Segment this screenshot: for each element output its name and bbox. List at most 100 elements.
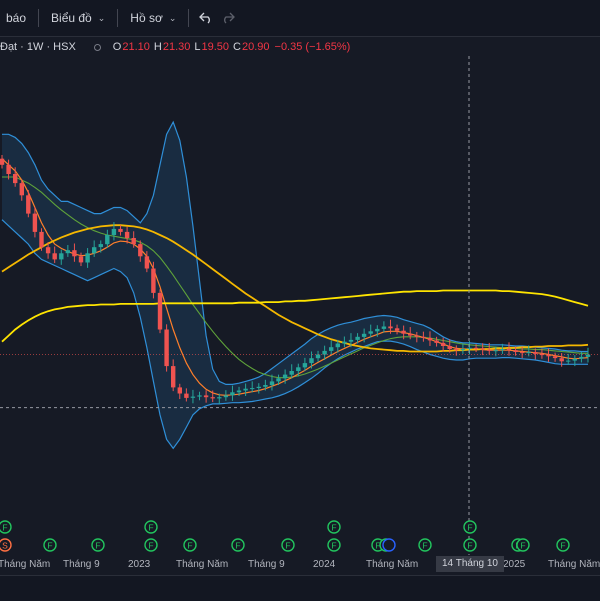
candle-body	[572, 358, 577, 361]
time-axis-label: Tháng Năm	[176, 559, 229, 570]
toolbar-divider	[117, 9, 119, 27]
candle-body	[105, 235, 110, 245]
candle-body	[454, 349, 459, 351]
candle-body	[381, 326, 387, 329]
candle-body	[388, 326, 393, 329]
candle-body	[111, 228, 117, 235]
candle-body	[427, 338, 433, 341]
time-axis-label: 2025	[503, 559, 526, 570]
crosshair-date-label: 14 Tháng 10 '24	[436, 556, 504, 585]
candle-body	[144, 256, 150, 269]
candle-body	[579, 356, 584, 359]
earnings-marker-icon	[382, 538, 396, 552]
symbol-title[interactable]: Đạt · 1W · HSX	[0, 41, 76, 53]
open-value: 21.10	[122, 41, 150, 53]
candle-body	[368, 331, 373, 334]
time-axis-label: Tháng 9	[63, 559, 100, 570]
candle-body	[118, 228, 123, 232]
toolbar-divider	[188, 9, 190, 27]
candle-body	[230, 392, 235, 396]
candle-body	[520, 352, 525, 354]
candle-body	[401, 330, 406, 334]
dividend-marker-label: F	[285, 540, 290, 550]
candle-body	[151, 268, 156, 293]
candle-body	[506, 349, 512, 351]
candle-body	[243, 388, 248, 391]
candle-body	[92, 247, 97, 254]
chevron-down-icon: ⌄	[97, 12, 106, 23]
dividend-marker-label: F	[422, 540, 427, 550]
candle-body	[414, 335, 419, 337]
candle-body	[566, 360, 571, 362]
dividend-marker-label: F	[235, 540, 240, 550]
candle-body	[487, 349, 492, 351]
candle-body	[440, 342, 446, 346]
candle-body	[513, 350, 518, 352]
template-menu-button[interactable]: Hồ sơ ⌄	[124, 0, 182, 36]
candle-body	[78, 256, 84, 263]
candle-body	[263, 385, 268, 387]
candle-body	[309, 358, 314, 364]
time-axis-label: Tháng Năm	[366, 559, 419, 570]
candle-body	[552, 356, 558, 359]
candle-body	[533, 352, 538, 354]
candle-body	[0, 158, 5, 165]
candle-body	[26, 195, 31, 214]
candle-body	[19, 183, 24, 196]
time-axis: Tháng Năm Tháng 9 2023 Tháng Năm Tháng 9…	[0, 555, 600, 575]
undo-button[interactable]	[195, 7, 217, 29]
time-axis-label: 2023	[128, 559, 151, 570]
dividend-marker-label: F	[331, 522, 336, 532]
candle-body	[6, 164, 11, 174]
candle-body	[250, 388, 255, 390]
candle-body	[322, 350, 327, 355]
candle-body	[493, 350, 498, 352]
redo-icon	[224, 12, 236, 24]
candle-body	[276, 378, 281, 382]
candle-body	[203, 395, 209, 398]
top-toolbar: báo Biểu đồ ⌄ Hồ sơ ⌄	[0, 0, 600, 37]
candle-body	[289, 371, 294, 375]
time-axis-label: 2024	[313, 559, 336, 570]
market-status-icon	[93, 43, 101, 51]
candle-body	[184, 393, 189, 398]
candle-body	[408, 333, 413, 336]
low-value: 19.50	[201, 41, 230, 53]
close-value: 20.90	[241, 41, 270, 53]
candle-body	[348, 339, 354, 342]
candle-body	[473, 347, 479, 349]
candle-body	[480, 348, 485, 350]
candle-body	[210, 397, 215, 399]
candle-body	[269, 381, 275, 386]
candle-body	[32, 213, 38, 232]
high-value: 21.30	[162, 41, 191, 53]
indicators-button[interactable]: báo	[0, 0, 32, 36]
chart-menu-button[interactable]: Biểu đồ ⌄	[45, 0, 111, 36]
candle-body	[335, 343, 340, 348]
time-axis-label: Tháng Năm	[0, 559, 51, 570]
candle-body	[460, 349, 466, 351]
candle-body	[526, 352, 531, 354]
close-key: C	[233, 41, 241, 53]
dividend-marker-label: F	[467, 540, 472, 550]
chart-menu-label: Biểu đồ	[51, 11, 92, 25]
redo-button[interactable]	[217, 7, 239, 29]
dividend-marker-label: F	[47, 540, 52, 550]
candle-body	[559, 358, 564, 362]
candle-body	[500, 349, 505, 351]
candle-body	[157, 292, 163, 330]
dividend-marker-label: F	[95, 540, 100, 550]
candle-body	[375, 328, 380, 332]
toolbar-divider	[38, 9, 40, 27]
dividend-marker-label: F	[148, 522, 153, 532]
bottom-panel	[0, 575, 600, 601]
dividend-marker-label: F	[520, 540, 525, 550]
price-chart[interactable]: FSFFFFFFFFFFFFFFFFF	[0, 56, 600, 555]
candle-body	[315, 354, 321, 359]
time-axis-label: Tháng Năm	[548, 559, 600, 570]
candle-body	[98, 244, 103, 248]
low-key: L	[194, 41, 201, 53]
ma-long-line	[1, 289, 589, 343]
template-menu-label: Hồ sơ	[130, 11, 163, 25]
candle-body	[171, 366, 176, 388]
